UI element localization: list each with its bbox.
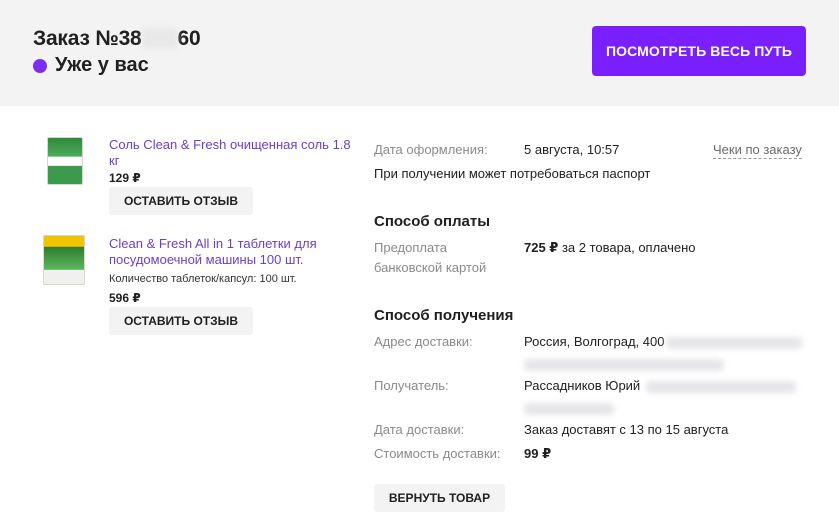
recipient-value: Рассадников Юрий bbox=[524, 378, 641, 393]
delivery-cost-value: 99 ₽ bbox=[524, 446, 552, 461]
payment-description: за 2 товара, оплачено bbox=[558, 240, 696, 255]
order-title: Заказ №38 60 bbox=[33, 27, 201, 51]
recipient-label: Получатель: bbox=[374, 378, 449, 393]
payment-section-title: Способ оплаты bbox=[374, 213, 491, 230]
order-number-blur bbox=[142, 28, 177, 48]
product-image-tablets[interactable] bbox=[43, 235, 85, 285]
product-price-tablets: 596 ₽ bbox=[109, 291, 141, 305]
payment-amount: 725 ₽ bbox=[524, 240, 559, 255]
order-date-value: 5 августа, 10:57 bbox=[524, 142, 620, 157]
order-date-label: Дата оформления: bbox=[374, 142, 488, 157]
recipient-blurred-line2 bbox=[524, 403, 614, 415]
address-label: Адрес доставки: bbox=[374, 334, 473, 349]
address-blurred bbox=[666, 337, 802, 349]
product-price-salt: 129 ₽ bbox=[109, 171, 141, 185]
track-order-button[interactable]: ПОСМОТРЕТЬ ВЕСЬ ПУТЬ bbox=[592, 26, 806, 76]
receipts-link[interactable]: Чеки по заказу bbox=[713, 142, 802, 159]
recipient-blurred bbox=[646, 381, 796, 393]
address-value: Россия, Волгоград, 400 bbox=[524, 334, 665, 349]
delivery-section-title: Способ получения bbox=[374, 307, 514, 324]
delivery-date-value: Заказ доставят с 13 по 15 августа bbox=[524, 422, 729, 437]
payment-summary: 725 ₽ за 2 товара, оплачено bbox=[524, 238, 696, 258]
passport-note: При получении может потребоваться паспор… bbox=[374, 166, 651, 181]
status-dot-icon bbox=[33, 58, 47, 73]
order-header: Заказ №38 60 Уже у вас ПОСМОТРЕТЬ ВЕСЬ ПУ… bbox=[0, 0, 839, 106]
product-image-salt[interactable] bbox=[47, 137, 83, 185]
order-status: Уже у вас bbox=[33, 54, 149, 77]
order-number-suffix: 60 bbox=[177, 27, 201, 50]
delivery-date-label: Дата доставки: bbox=[374, 422, 465, 437]
product-title-tablets[interactable]: Clean & Fresh All in 1 таблетки для посу… bbox=[109, 236, 349, 268]
product-attribute-tablets: Количество таблеток/капсул: 100 шт. bbox=[109, 273, 297, 285]
delivery-cost-label: Стоимость доставки: bbox=[374, 446, 501, 461]
status-text: Уже у вас bbox=[55, 54, 149, 76]
product-title-salt[interactable]: Соль Clean & Fresh очищенная соль 1.8 кг bbox=[109, 137, 354, 169]
leave-review-button[interactable]: ОСТАВИТЬ ОТЗЫВ bbox=[109, 307, 253, 335]
leave-review-button[interactable]: ОСТАВИТЬ ОТЗЫВ bbox=[109, 187, 253, 215]
order-number-prefix: Заказ №38 bbox=[33, 27, 142, 50]
payment-method-label: Предоплата банковской картой bbox=[374, 240, 487, 275]
address-blurred-line2 bbox=[524, 359, 724, 371]
return-item-button[interactable]: ВЕРНУТЬ ТОВАР bbox=[374, 484, 505, 512]
